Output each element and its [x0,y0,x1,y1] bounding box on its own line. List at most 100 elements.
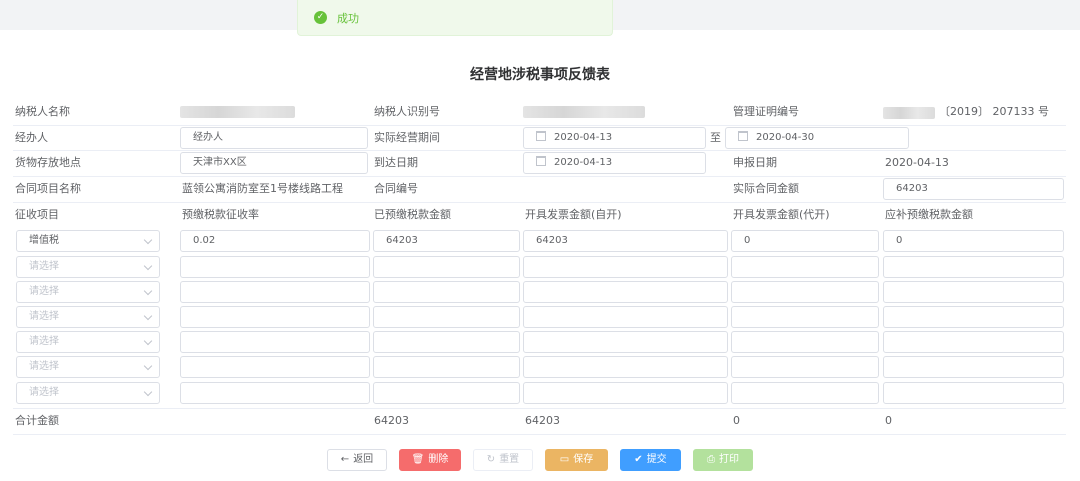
total-label: 合计金额 [15,414,59,427]
project-label: 合同项目名称 [15,182,81,195]
table-empty-input[interactable] [523,356,728,378]
tax-item-select-empty[interactable]: 请选择 [16,356,160,378]
period-end-date[interactable]: 2020-04-30 [725,127,909,149]
chevron-down-icon [143,361,153,371]
check-circle-icon: ✓ [314,11,327,24]
chevron-down-icon [143,286,153,296]
total-agent-issued: 0 [733,414,740,427]
col-header-agent-issued: 开具发票金额(代开) [733,208,830,221]
supplement-input[interactable]: 0 [883,230,1064,252]
prepaid-input[interactable]: 64203 [373,230,520,252]
check-circle-icon: ✔ [634,454,643,465]
certificate-no-label: 管理证明编号 [733,105,799,118]
taxpayer-name-redacted [180,106,295,118]
table-empty-input[interactable] [731,256,879,278]
table-empty-input[interactable] [373,256,520,278]
delete-button-label: 删除 [428,454,449,465]
table-empty-input[interactable] [180,382,370,404]
table-empty-input[interactable] [731,331,879,353]
self-issued-input[interactable]: 64203 [523,230,728,252]
print-button[interactable]: ⎙ 打印 [693,449,753,471]
tax-item-select[interactable]: 增值税 [16,230,160,252]
refresh-icon: ↻ [486,454,496,465]
period-start-date[interactable]: 2020-04-13 [523,127,706,149]
select-placeholder: 请选择 [29,286,59,297]
select-placeholder: 请选择 [29,311,59,322]
row-divider [13,434,1066,435]
rate-input[interactable]: 0.02 [180,230,370,252]
tax-item-select-empty[interactable]: 请选择 [16,281,160,303]
table-empty-input[interactable] [180,331,370,353]
period-to-label: 至 [710,131,721,144]
table-empty-input[interactable] [180,356,370,378]
table-empty-input[interactable] [373,356,520,378]
total-supplement: 0 [885,414,892,427]
table-empty-input[interactable] [180,256,370,278]
submit-button[interactable]: ✔ 提交 [620,449,681,471]
table-empty-input[interactable] [883,306,1064,328]
total-prepaid: 64203 [374,414,409,427]
table-empty-input[interactable] [883,256,1064,278]
col-header-prepaid: 已预缴税款金额 [374,208,451,221]
table-empty-input[interactable] [373,331,520,353]
chevron-down-icon [143,261,153,271]
col-header-supplement: 应补预缴税款金额 [885,208,973,221]
table-empty-input[interactable] [523,256,728,278]
arrival-label: 到达日期 [374,156,418,169]
tax-item-select-empty[interactable]: 请选择 [16,256,160,278]
table-empty-input[interactable] [883,281,1064,303]
calendar-icon [738,131,748,141]
period-label: 实际经营期间 [374,131,440,144]
handler-input[interactable]: 经办人 [180,127,368,149]
table-empty-input[interactable] [523,382,728,404]
arrival-date-value: 2020-04-13 [554,157,613,168]
table-empty-input[interactable] [731,382,879,404]
table-empty-input[interactable] [731,281,879,303]
location-label: 货物存放地点 [15,156,81,169]
handler-label: 经办人 [15,131,48,144]
back-button[interactable]: ← 返回 [327,449,387,471]
table-empty-input[interactable] [523,331,728,353]
table-empty-input[interactable] [373,306,520,328]
period-end-value: 2020-04-30 [756,132,815,143]
delete-button[interactable]: 🗑 删除 [399,449,461,471]
save-button-label: 保存 [573,454,594,465]
arrival-date[interactable]: 2020-04-13 [523,152,706,174]
declare-label: 申报日期 [733,156,777,169]
table-empty-input[interactable] [883,331,1064,353]
table-empty-input[interactable] [180,281,370,303]
save-button[interactable]: ▭ 保存 [545,449,608,471]
table-empty-input[interactable] [523,281,728,303]
declare-date: 2020-04-13 [885,156,949,169]
chevron-down-icon [143,235,153,245]
table-empty-input[interactable] [731,356,879,378]
calendar-icon [536,156,546,166]
trash-icon: 🗑 [411,454,425,465]
agent-issued-input[interactable]: 0 [731,230,879,252]
printer-icon: ⎙ [707,454,715,465]
certificate-no-suffix: 〔2019〕 207133 号 [939,105,1049,118]
toast-message: 成功 [337,11,359,25]
table-empty-input[interactable] [731,306,879,328]
submit-button-label: 提交 [646,454,667,465]
table-empty-input[interactable] [180,306,370,328]
total-self-issued: 64203 [525,414,560,427]
print-button-label: 打印 [719,454,739,465]
table-empty-input[interactable] [883,356,1064,378]
tax-item-select-empty[interactable]: 请选择 [16,306,160,328]
chevron-down-icon [143,387,153,397]
taxpayer-name-label: 纳税人名称 [15,105,70,118]
tax-item-select-empty[interactable]: 请选择 [16,382,160,404]
tax-item-select-empty[interactable]: 请选择 [16,331,160,353]
table-empty-input[interactable] [883,382,1064,404]
table-empty-input[interactable] [523,306,728,328]
location-input[interactable]: 天津市XX区 [180,152,368,174]
reset-button[interactable]: ↻ 重置 [473,449,533,471]
select-placeholder: 请选择 [29,387,59,398]
table-empty-input[interactable] [373,382,520,404]
contract-amount-label: 实际合同金额 [733,182,799,195]
contract-amount-input[interactable]: 64203 [883,178,1064,200]
table-empty-input[interactable] [373,281,520,303]
chevron-down-icon [143,336,153,346]
certificate-prefix-redacted [883,107,935,119]
